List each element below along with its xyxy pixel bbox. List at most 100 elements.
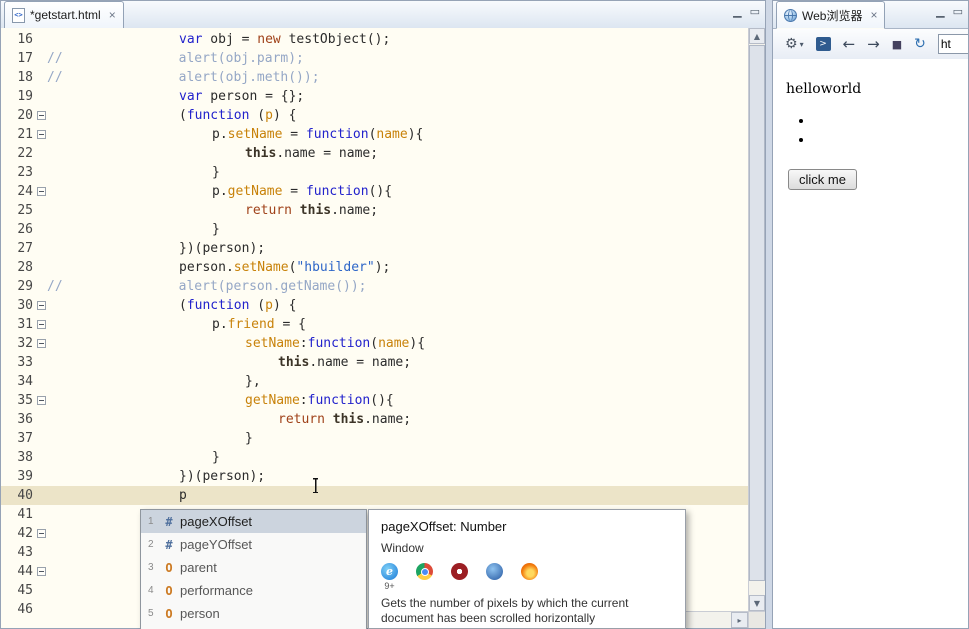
gutter-cell: 43 — [1, 543, 47, 562]
maximize-icon[interactable]: ▭ — [953, 5, 963, 18]
scroll-up-icon[interactable]: ▲ — [749, 28, 765, 44]
code-line[interactable]: 27})(person); — [1, 239, 748, 258]
fold-marker-icon[interactable] — [37, 567, 46, 576]
assist-item-rank: 1 — [148, 516, 154, 527]
code-text: } — [245, 431, 253, 446]
vertical-scrollbar-thumb[interactable] — [749, 45, 765, 581]
fold-marker-icon[interactable] — [37, 529, 46, 538]
line-number: 23 — [17, 165, 33, 180]
settings-gear-icon[interactable]: ⚙ ▾ — [785, 36, 804, 52]
scroll-right-icon[interactable]: ▸ — [731, 612, 748, 628]
open-external-browser-icon[interactable]: > — [815, 37, 831, 51]
code-line[interactable]: 34}, — [1, 372, 748, 391]
gutter-cell: 29 — [1, 277, 47, 296]
code-line[interactable]: 31 p.friend = { — [1, 315, 748, 334]
assist-item-label: pageXOffset — [180, 514, 253, 529]
assist-item[interactable]: 4 Operformance — [141, 579, 366, 602]
assist-item[interactable]: 3 Oparent — [141, 556, 366, 579]
assist-item[interactable]: 2 # pageYOffset — [141, 533, 366, 556]
assist-item-label: performance — [180, 583, 253, 598]
code-line[interactable]: 17 //alert(obj.parm); — [1, 49, 748, 68]
browser-tab-title: Web浏览器 — [802, 8, 863, 23]
code-line[interactable]: 29 //alert(person.getName()); — [1, 277, 748, 296]
forward-icon[interactable]: → — [867, 35, 880, 53]
gutter-cell: 21 — [1, 125, 47, 144]
code-text: //alert(person.getName()); — [47, 279, 367, 294]
tab-getstart-html[interactable]: <> *getstart.html × — [4, 1, 124, 29]
line-number: 39 — [17, 469, 33, 484]
code-line[interactable]: 28 person.setName("hbuilder"); — [1, 258, 748, 277]
minimize-icon[interactable]: ▁ — [936, 5, 944, 18]
code-line[interactable]: 16 var obj = new testObject(); — [1, 30, 748, 49]
fold-marker-icon[interactable] — [37, 301, 46, 310]
line-number: 44 — [17, 564, 33, 579]
gutter-cell: 33 — [1, 353, 47, 372]
code-line[interactable]: 39})(person); — [1, 467, 748, 486]
assist-item-rank: 4 — [148, 585, 154, 596]
close-icon[interactable]: × — [870, 8, 877, 22]
gutter-cell: 20 — [1, 106, 47, 125]
gutter-cell: 26 — [1, 220, 47, 239]
code-line[interactable]: 35 getName:function(){ — [1, 391, 748, 410]
tab-web-browser[interactable]: Web浏览器 × — [776, 1, 886, 29]
code-line[interactable]: 36 return this.name; — [1, 410, 748, 429]
gutter-cell: 39 — [1, 467, 47, 486]
code-text: (function (p) { — [179, 108, 297, 123]
refresh-icon[interactable]: ↻ — [914, 36, 926, 52]
line-number: 30 — [17, 298, 33, 313]
editor-window-controls: ▁ ▭ — [733, 5, 760, 18]
text-cursor — [312, 478, 319, 493]
editor-tabbar: <> *getstart.html × ▁ ▭ — [1, 1, 765, 29]
line-number: 36 — [17, 412, 33, 427]
code-line[interactable]: 26} — [1, 220, 748, 239]
gutter-cell: 18 — [1, 68, 47, 87]
back-icon[interactable]: ← — [843, 35, 856, 53]
click-me-button[interactable]: click me — [788, 169, 857, 190]
assist-item[interactable]: 5 Operson — [141, 602, 366, 625]
vertical-scrollbar[interactable]: ▲ ▼ — [748, 28, 765, 611]
code-text: return this.name; — [245, 203, 379, 218]
code-line[interactable]: 25 return this.name; — [1, 201, 748, 220]
code-line[interactable]: 23} — [1, 163, 748, 182]
code-line[interactable]: 38} — [1, 448, 748, 467]
code-line[interactable]: 22 this.name = name; — [1, 144, 748, 163]
code-line[interactable]: 24 p.getName = function(){ — [1, 182, 748, 201]
code-line[interactable]: 20 (function (p) { — [1, 106, 748, 125]
obj-kind-icon: O — [165, 583, 173, 598]
scrollbar-corner — [748, 611, 765, 628]
assist-item-rank: 3 — [148, 562, 154, 573]
code-line[interactable]: 40 p — [1, 486, 748, 505]
assist-item-rank: 5 — [148, 608, 154, 619]
code-line[interactable]: 33 this.name = name; — [1, 353, 748, 372]
code-line[interactable]: 18 //alert(obj.meth()); — [1, 68, 748, 87]
line-number: 40 — [17, 488, 33, 503]
url-input[interactable] — [937, 34, 968, 54]
code-line[interactable]: 37} — [1, 429, 748, 448]
line-number: 26 — [17, 222, 33, 237]
fold-marker-icon[interactable] — [37, 396, 46, 405]
fold-marker-icon[interactable] — [37, 130, 46, 139]
fold-marker-icon[interactable] — [37, 111, 46, 120]
gutter-cell: 41 — [1, 505, 47, 524]
code-line[interactable]: 30 (function (p) { — [1, 296, 748, 315]
assist-item[interactable]: 1 # pageXOffset — [141, 510, 366, 533]
page-heading: helloworld — [786, 81, 862, 97]
code-text: return this.name; — [278, 412, 412, 427]
maximize-icon[interactable]: ▭ — [750, 5, 760, 18]
code-line[interactable]: 32 setName:function(name){ — [1, 334, 748, 353]
gutter-cell: 19 — [1, 87, 47, 106]
fold-marker-icon[interactable] — [37, 339, 46, 348]
gutter-cell: 24 — [1, 182, 47, 201]
minimize-icon[interactable]: ▁ — [733, 5, 741, 18]
scroll-down-icon[interactable]: ▼ — [749, 595, 765, 611]
fold-marker-icon[interactable] — [37, 320, 46, 329]
line-number: 20 — [17, 108, 33, 123]
prop-kind-icon: # — [165, 514, 173, 529]
gutter-cell: 44 — [1, 562, 47, 581]
stop-icon[interactable]: ■ — [892, 38, 902, 51]
line-number: 35 — [17, 393, 33, 408]
close-icon[interactable]: × — [109, 8, 116, 22]
fold-marker-icon[interactable] — [37, 187, 46, 196]
code-line[interactable]: 19 var person = {}; — [1, 87, 748, 106]
code-line[interactable]: 21 p.setName = function(name){ — [1, 125, 748, 144]
